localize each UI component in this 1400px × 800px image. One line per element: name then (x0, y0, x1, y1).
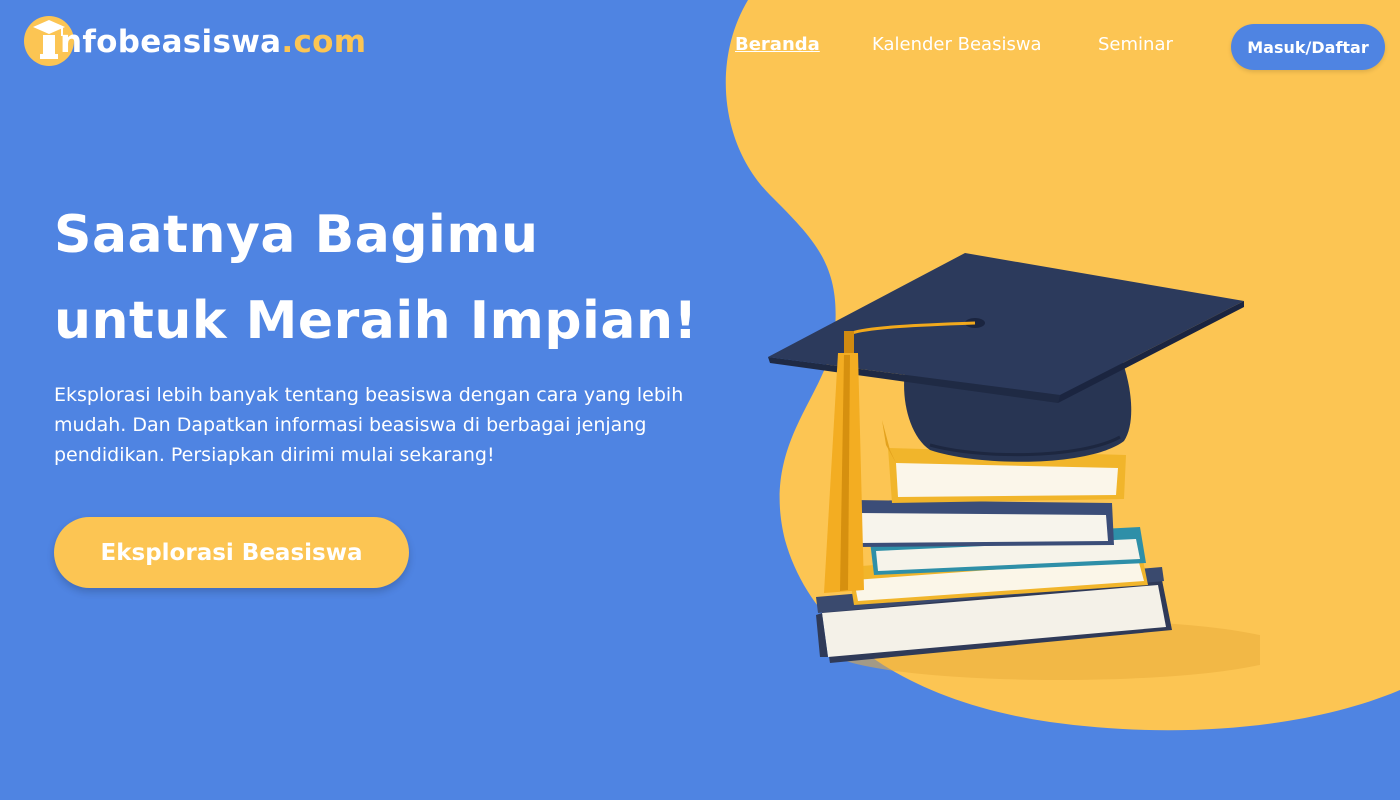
hero-description: Eksplorasi lebih banyak tentang beasiswa… (54, 384, 684, 466)
login-register-button[interactable]: Masuk/Daftar (1231, 24, 1385, 70)
nav-item-kalender-beasiswa[interactable]: Kalender Beasiswa (872, 34, 1042, 55)
nav-item-beranda[interactable]: Beranda (735, 34, 820, 55)
hero-title: Saatnya Bagimu untuk Meraih Impian! (54, 192, 698, 364)
graduation-cap-books-illustration (768, 253, 1260, 680)
explore-scholarship-button[interactable]: Eksplorasi Beasiswa (54, 517, 409, 588)
hero-title-line-1: Saatnya Bagimu (54, 205, 539, 265)
main-nav: Beranda Kalender Beasiswa Seminar (0, 34, 1400, 64)
nav-item-seminar[interactable]: Seminar (1098, 34, 1173, 55)
hero-title-line-2: untuk Meraih Impian! (54, 291, 698, 351)
